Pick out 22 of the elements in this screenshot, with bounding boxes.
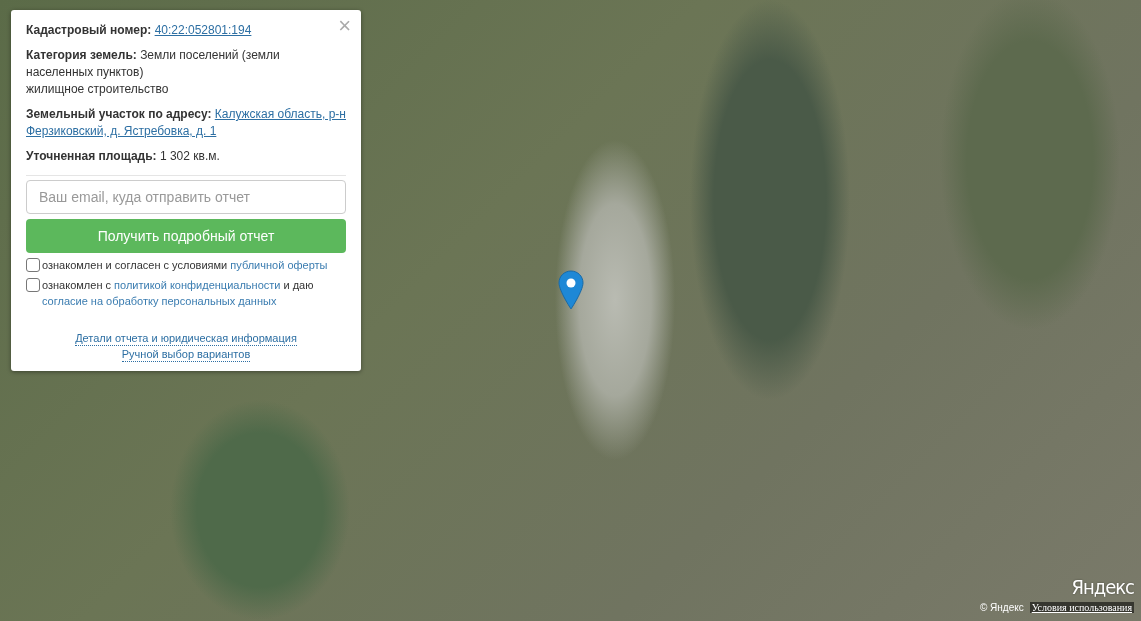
consent-link[interactable]: публичной оферты bbox=[230, 259, 328, 271]
copyright-text: © Яндекс bbox=[979, 602, 1024, 613]
info-field: Категория земель: Земли поселений (земли населенных пунктов) жилищное строительство bbox=[26, 47, 280, 98]
consent-text: ознакомлен и согласен с условиями публичной оферты bbox=[42, 258, 328, 273]
footer-link[interactable]: Ручной выбор вариантов bbox=[121, 347, 251, 362]
consent-link[interactable]: политикой конфиденциальности bbox=[114, 279, 281, 291]
footer-link[interactable]: Детали отчета и юридическая информация bbox=[75, 331, 297, 346]
info-field: Земельный участок по адресу: Калужская область, р-н Ферзиковский, д. Ястребовка, д. 1 bbox=[26, 106, 346, 140]
info-field: Кадастровый номер: 40:22:052801:194 bbox=[26, 22, 252, 39]
info-field: Уточненная площадь: 1 302 кв.м. bbox=[26, 148, 220, 165]
info-link[interactable]: 40:22:052801:194 bbox=[154, 23, 252, 37]
map-logo: Яндекс bbox=[1071, 575, 1134, 599]
consent-link[interactable]: согласие на обработку персональных данных bbox=[42, 295, 277, 307]
consent-text: ознакомлен с политикой конфиденциальности и даю согласие на обработку персональных данных bbox=[42, 278, 315, 309]
checkbox[interactable] bbox=[26, 258, 40, 272]
info-link[interactable]: Ферзиковский, д. Ястребовка, д. 1 bbox=[26, 124, 217, 138]
map-pin-icon[interactable] bbox=[558, 270, 584, 310]
checkbox[interactable] bbox=[26, 278, 40, 292]
info-link[interactable]: Калужская область, р-н bbox=[214, 107, 346, 121]
satellite-map[interactable] bbox=[0, 0, 1141, 621]
terms-link[interactable]: Условия использования bbox=[1029, 602, 1134, 613]
email-field[interactable]: Ваш email, куда отправить отчет bbox=[26, 180, 346, 214]
